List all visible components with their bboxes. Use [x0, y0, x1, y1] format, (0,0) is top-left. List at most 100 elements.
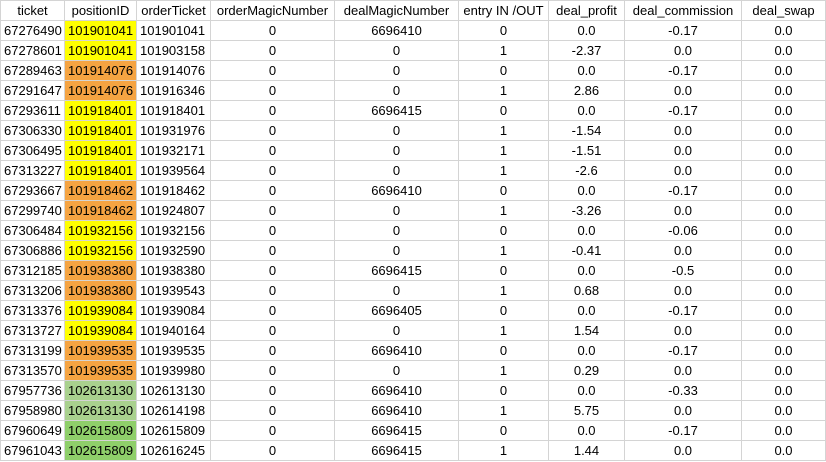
- cell-deal-swap[interactable]: 0.0: [741, 400, 826, 421]
- cell-ticket[interactable]: 67293667: [0, 180, 65, 201]
- cell-entry[interactable]: 1: [458, 320, 549, 341]
- cell-deal-magic-number[interactable]: 0: [334, 240, 459, 261]
- column-header-ordermagicnumber[interactable]: orderMagicNumber: [210, 0, 335, 21]
- cell-deal-commission[interactable]: -0.17: [624, 420, 742, 441]
- cell-deal-swap[interactable]: 0.0: [741, 320, 826, 341]
- cell-entry[interactable]: 1: [458, 40, 549, 61]
- cell-order-ticket[interactable]: 101932171: [136, 140, 211, 161]
- cell-deal-magic-number[interactable]: 0: [334, 280, 459, 301]
- cell-position-id[interactable]: 101918401: [64, 160, 137, 181]
- cell-order-ticket[interactable]: 101914076: [136, 60, 211, 81]
- cell-deal-commission[interactable]: -0.17: [624, 100, 742, 121]
- cell-order-ticket[interactable]: 101940164: [136, 320, 211, 341]
- cell-position-id[interactable]: 102613130: [64, 400, 137, 421]
- cell-deal-profit[interactable]: -2.37: [548, 40, 625, 61]
- cell-ticket[interactable]: 67276490: [0, 20, 65, 41]
- cell-ticket[interactable]: 67313727: [0, 320, 65, 341]
- cell-order-magic-number[interactable]: 0: [210, 180, 335, 201]
- cell-ticket[interactable]: 67293611: [0, 100, 65, 121]
- cell-order-ticket[interactable]: 101939980: [136, 360, 211, 381]
- cell-entry[interactable]: 1: [458, 140, 549, 161]
- cell-deal-profit[interactable]: -2.6: [548, 160, 625, 181]
- cell-order-magic-number[interactable]: 0: [210, 420, 335, 441]
- cell-deal-profit[interactable]: -1.54: [548, 120, 625, 141]
- cell-ticket[interactable]: 67960649: [0, 420, 65, 441]
- cell-deal-magic-number[interactable]: 6696410: [334, 180, 459, 201]
- cell-position-id[interactable]: 101939535: [64, 360, 137, 381]
- cell-deal-profit[interactable]: 1.44: [548, 440, 625, 461]
- cell-ticket[interactable]: 67306886: [0, 240, 65, 261]
- cell-deal-profit[interactable]: 0.29: [548, 360, 625, 381]
- cell-deal-profit[interactable]: -1.51: [548, 140, 625, 161]
- cell-entry[interactable]: 0: [458, 300, 549, 321]
- cell-order-ticket[interactable]: 102613130: [136, 380, 211, 401]
- cell-position-id[interactable]: 101918401: [64, 140, 137, 161]
- cell-order-ticket[interactable]: 101931976: [136, 120, 211, 141]
- cell-deal-profit[interactable]: 0.0: [548, 420, 625, 441]
- cell-deal-profit[interactable]: 0.0: [548, 340, 625, 361]
- cell-deal-magic-number[interactable]: 0: [334, 360, 459, 381]
- cell-order-ticket[interactable]: 101939535: [136, 340, 211, 361]
- cell-deal-commission[interactable]: 0.0: [624, 160, 742, 181]
- cell-deal-profit[interactable]: 0.0: [548, 180, 625, 201]
- cell-order-ticket[interactable]: 101916346: [136, 80, 211, 101]
- cell-deal-magic-number[interactable]: 0: [334, 140, 459, 161]
- cell-entry[interactable]: 0: [458, 380, 549, 401]
- cell-position-id[interactable]: 102615809: [64, 420, 137, 441]
- cell-position-id[interactable]: 101918462: [64, 200, 137, 221]
- cell-order-magic-number[interactable]: 0: [210, 360, 335, 381]
- cell-position-id[interactable]: 102615809: [64, 440, 137, 461]
- cell-ticket[interactable]: 67313199: [0, 340, 65, 361]
- cell-deal-magic-number[interactable]: 0: [334, 60, 459, 81]
- cell-deal-commission[interactable]: 0.0: [624, 40, 742, 61]
- cell-ticket[interactable]: 67306484: [0, 220, 65, 241]
- cell-deal-commission[interactable]: -0.17: [624, 20, 742, 41]
- cell-entry[interactable]: 0: [458, 260, 549, 281]
- cell-ticket[interactable]: 67313227: [0, 160, 65, 181]
- cell-deal-profit[interactable]: 0.68: [548, 280, 625, 301]
- cell-deal-commission[interactable]: -0.17: [624, 340, 742, 361]
- column-header-deal-commission[interactable]: deal_commission: [624, 0, 742, 21]
- cell-deal-swap[interactable]: 0.0: [741, 140, 826, 161]
- cell-deal-commission[interactable]: 0.0: [624, 360, 742, 381]
- cell-deal-swap[interactable]: 0.0: [741, 20, 826, 41]
- cell-order-ticket[interactable]: 101918462: [136, 180, 211, 201]
- cell-deal-swap[interactable]: 0.0: [741, 360, 826, 381]
- cell-order-magic-number[interactable]: 0: [210, 100, 335, 121]
- cell-entry[interactable]: 0: [458, 60, 549, 81]
- cell-position-id[interactable]: 101914076: [64, 80, 137, 101]
- cell-order-ticket[interactable]: 101939543: [136, 280, 211, 301]
- column-header-entry[interactable]: entry IN /OUT: [458, 0, 549, 21]
- cell-order-ticket[interactable]: 101924807: [136, 200, 211, 221]
- cell-position-id[interactable]: 101918401: [64, 100, 137, 121]
- cell-order-magic-number[interactable]: 0: [210, 260, 335, 281]
- cell-entry[interactable]: 0: [458, 100, 549, 121]
- cell-order-ticket[interactable]: 102615809: [136, 420, 211, 441]
- cell-order-magic-number[interactable]: 0: [210, 440, 335, 461]
- cell-deal-profit[interactable]: -3.26: [548, 200, 625, 221]
- cell-position-id[interactable]: 101939084: [64, 320, 137, 341]
- cell-deal-commission[interactable]: 0.0: [624, 80, 742, 101]
- cell-deal-swap[interactable]: 0.0: [741, 80, 826, 101]
- cell-deal-magic-number[interactable]: 0: [334, 200, 459, 221]
- cell-position-id[interactable]: 101932156: [64, 240, 137, 261]
- cell-order-magic-number[interactable]: 0: [210, 280, 335, 301]
- cell-deal-magic-number[interactable]: 6696415: [334, 260, 459, 281]
- column-header-positionid[interactable]: positionID: [64, 0, 137, 21]
- cell-order-magic-number[interactable]: 0: [210, 40, 335, 61]
- cell-entry[interactable]: 1: [458, 240, 549, 261]
- column-header-deal-swap[interactable]: deal_swap: [741, 0, 826, 21]
- cell-deal-profit[interactable]: 0.0: [548, 260, 625, 281]
- cell-deal-commission[interactable]: -0.17: [624, 180, 742, 201]
- cell-ticket[interactable]: 67312185: [0, 260, 65, 281]
- cell-deal-profit[interactable]: 1.54: [548, 320, 625, 341]
- cell-deal-profit[interactable]: 0.0: [548, 300, 625, 321]
- cell-order-magic-number[interactable]: 0: [210, 400, 335, 421]
- cell-entry[interactable]: 1: [458, 360, 549, 381]
- cell-deal-swap[interactable]: 0.0: [741, 240, 826, 261]
- cell-order-ticket[interactable]: 101939084: [136, 300, 211, 321]
- cell-deal-swap[interactable]: 0.0: [741, 180, 826, 201]
- cell-deal-swap[interactable]: 0.0: [741, 120, 826, 141]
- cell-deal-commission[interactable]: -0.06: [624, 220, 742, 241]
- cell-deal-swap[interactable]: 0.0: [741, 200, 826, 221]
